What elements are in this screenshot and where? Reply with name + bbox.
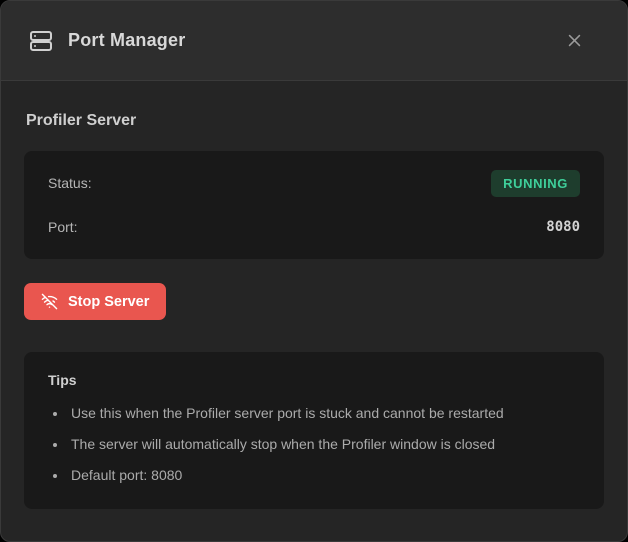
tip-item: The server will automatically stop when …	[68, 436, 580, 453]
tip-item: Default port: 8080	[68, 467, 580, 484]
server-icon	[29, 29, 53, 53]
port-label: Port:	[48, 219, 78, 235]
port-row: Port: 8080	[48, 217, 580, 237]
tips-card: Tips Use this when the Profiler server p…	[24, 352, 604, 509]
port-value: 8080	[546, 219, 580, 235]
stop-server-button[interactable]: Stop Server	[24, 283, 166, 320]
tip-item: Use this when the Profiler server port i…	[68, 405, 580, 422]
wifi-off-icon	[41, 293, 58, 310]
dialog-body: Profiler Server Status: RUNNING Port: 80…	[1, 112, 627, 509]
status-card: Status: RUNNING Port: 8080	[24, 151, 604, 259]
dialog-title: Port Manager	[68, 30, 185, 51]
title-bar: Port Manager	[1, 1, 627, 81]
status-row: Status: RUNNING	[48, 173, 580, 193]
close-icon[interactable]	[562, 28, 587, 53]
status-label: Status:	[48, 175, 92, 191]
stop-server-label: Stop Server	[68, 294, 149, 310]
section-heading: Profiler Server	[26, 112, 602, 130]
tips-list: Use this when the Profiler server port i…	[48, 405, 580, 484]
port-manager-dialog: Port Manager Profiler Server Status: RUN…	[0, 0, 628, 542]
tips-heading: Tips	[48, 372, 580, 388]
status-badge: RUNNING	[491, 170, 580, 197]
